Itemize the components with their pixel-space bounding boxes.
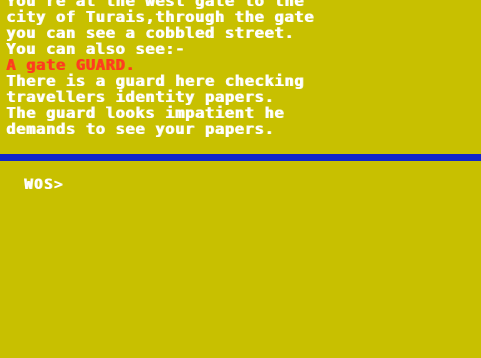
narrative-line: travellers identity papers. (6, 88, 275, 106)
narrative-line: The guard looks impatient he (6, 104, 285, 122)
narrative-line: city of Turais,through the gate (6, 8, 314, 26)
narrative-line: There is a guard here checking (6, 72, 304, 90)
prompt-label: WOS> (24, 177, 64, 193)
screen-divider (0, 154, 481, 161)
game-screen: You're at the west gate to the city of T… (0, 0, 481, 358)
narrative-line: demands to see your papers. (6, 120, 275, 138)
command-prompt: WOS> (24, 176, 448, 194)
command-input[interactable] (63, 177, 448, 193)
narrative-line: You can also see:- (6, 40, 185, 58)
object-list-item: A gate GUARD. (6, 56, 136, 74)
narrative-text: You're at the west gate to the city of T… (6, 0, 478, 137)
narrative-line: you can see a cobbled street. (6, 24, 295, 42)
